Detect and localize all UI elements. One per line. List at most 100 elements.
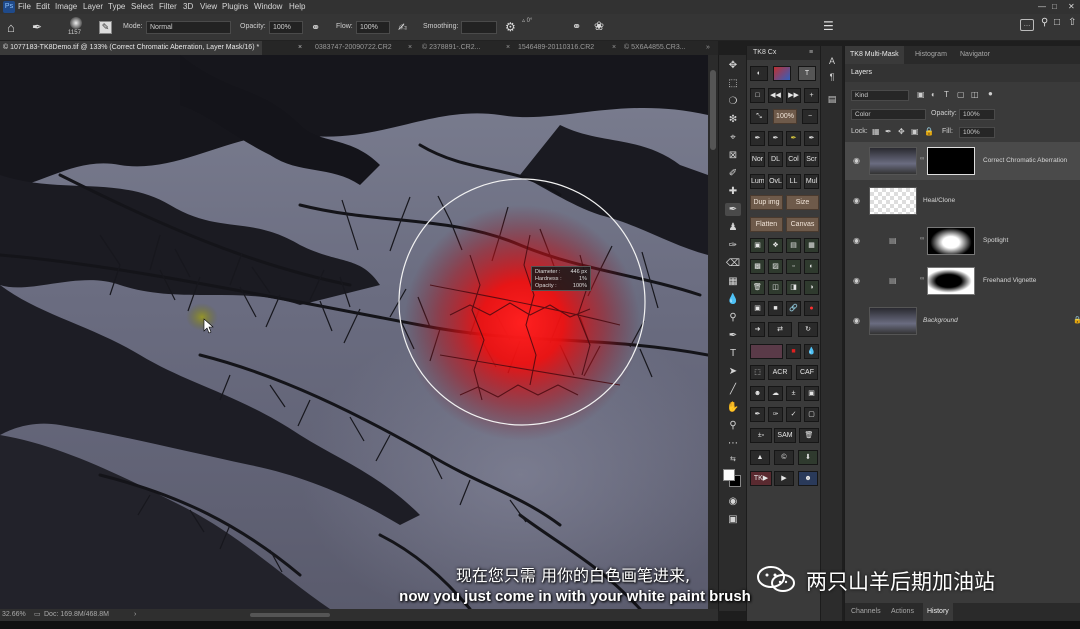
filter-adjustment-icon[interactable]: ◐: [931, 90, 936, 99]
layer-row[interactable]: ◉ Heal/Clone: [845, 182, 1080, 220]
pie-icon-button[interactable]: ◑: [804, 280, 819, 295]
select-frame-button[interactable]: ⬚: [750, 365, 765, 380]
lasso-tool-icon[interactable]: ❍: [725, 95, 741, 108]
restore-button[interactable]: □: [1052, 0, 1057, 14]
mask-link-icon[interactable]: ∞: [920, 156, 924, 162]
foreground-color-swatch[interactable]: [723, 469, 735, 481]
eye-icon[interactable]: ◉: [853, 156, 860, 165]
minimize-button[interactable]: —: [1038, 0, 1046, 14]
menu-select[interactable]: Select: [131, 0, 153, 14]
pressure-size-icon[interactable]: ⚭: [572, 20, 581, 33]
lock-transparent-icon[interactable]: ▦: [872, 127, 880, 136]
fit-screen-button[interactable]: ⤡: [750, 109, 768, 124]
blend-luminosity-button[interactable]: Lum: [750, 174, 765, 189]
drop-icon-button[interactable]: 💧: [804, 344, 819, 359]
clone-stamp-tool-icon[interactable]: ♟: [725, 221, 741, 234]
plus-minus-button[interactable]: ±: [786, 386, 801, 401]
tab-document[interactable]: © 2378891-.CR2...: [422, 41, 480, 55]
marquee-tool-icon[interactable]: ⬚: [725, 77, 741, 90]
next-button[interactable]: ▶▶: [786, 88, 801, 103]
close-window-button[interactable]: ✕: [1068, 0, 1075, 14]
sam-button[interactable]: SAM: [774, 428, 796, 443]
tab-history[interactable]: History: [923, 603, 953, 621]
red-square-button[interactable]: ■: [786, 344, 801, 359]
red-dot-button[interactable]: ●: [804, 301, 819, 316]
status-arrow-icon[interactable]: ›: [134, 609, 136, 621]
menu-plugins[interactable]: Plugins: [222, 0, 248, 14]
size-button[interactable]: Size: [786, 195, 819, 210]
eraser-tool-icon[interactable]: ⌫: [725, 257, 741, 270]
more-tabs-icon[interactable]: »: [706, 41, 710, 55]
wand3-icon-button[interactable]: ✓: [786, 407, 801, 422]
layer-row[interactable]: ◉ Background 🔒: [845, 302, 1080, 340]
menu-image[interactable]: Image: [55, 0, 77, 14]
link-icon-button[interactable]: 🔗: [786, 301, 801, 316]
dup-img-button[interactable]: Dup img: [750, 195, 783, 210]
tab-document-active[interactable]: © 1077183-TK8Demo.tif @ 133% (Correct Ch…: [0, 41, 263, 55]
tab-channels[interactable]: Channels: [851, 603, 881, 621]
paragraph-icon[interactable]: ¶: [826, 72, 838, 84]
acr-button[interactable]: ACR: [768, 365, 792, 380]
play-icon-button[interactable]: ▶: [774, 471, 794, 486]
lock-position-icon[interactable]: ✥: [898, 127, 905, 136]
brush-black-button[interactable]: ✒: [750, 131, 765, 146]
opacity-field[interactable]: 100%: [269, 21, 303, 34]
workspace-icon[interactable]: □: [1054, 17, 1060, 28]
eyedropper-tool-icon[interactable]: ✐: [725, 167, 741, 180]
wand2-icon-button[interactable]: ✑: [768, 407, 783, 422]
layer-row[interactable]: ◉ ▤ ∞ Freehand Vignette: [845, 262, 1080, 300]
text-a-icon[interactable]: A: [826, 56, 838, 68]
stack-icon-button[interactable]: ▤: [786, 238, 801, 253]
menu-layer[interactable]: Layer: [83, 0, 103, 14]
mask-link-icon[interactable]: ∞: [920, 236, 924, 242]
tab-navigator[interactable]: Navigator: [960, 46, 990, 64]
quick-mask-icon[interactable]: ◉: [725, 495, 741, 508]
frame-icon-button[interactable]: ▣: [750, 301, 765, 316]
tk8-color-button[interactable]: [773, 66, 791, 81]
black-square-button[interactable]: ■: [768, 301, 783, 316]
menu-file[interactable]: File: [18, 0, 31, 14]
filter-shape-icon[interactable]: ▢: [957, 90, 965, 99]
tab-actions[interactable]: Actions: [891, 603, 914, 621]
wand4-icon-button[interactable]: ▢: [804, 407, 819, 422]
doc-info-icon[interactable]: ▭: [34, 609, 41, 621]
brush-preview-icon[interactable]: [70, 17, 82, 29]
share-icon[interactable]: ⇧: [1068, 17, 1076, 28]
menu-view[interactable]: View: [200, 0, 217, 14]
eye-icon[interactable]: ◉: [853, 276, 860, 285]
line-tool-icon[interactable]: ╱: [725, 383, 741, 396]
swap-colors-icon[interactable]: ⇆: [730, 455, 736, 463]
blend-overlay-button[interactable]: OvL: [768, 174, 783, 189]
filter-smart-icon[interactable]: ◫: [971, 90, 979, 99]
blur-tool-icon[interactable]: 💧: [725, 293, 741, 306]
layer-opacity-field[interactable]: 100%: [959, 109, 995, 120]
cloud-icon-button[interactable]: ☁: [768, 386, 783, 401]
new-doc-button[interactable]: □: [750, 88, 765, 103]
caf-button[interactable]: CAF: [796, 365, 818, 380]
person-icon-button[interactable]: ☻: [750, 386, 765, 401]
delete-icon-button[interactable]: 🗑: [799, 428, 819, 443]
airbrush-icon[interactable]: ✍: [398, 21, 407, 34]
brush-tool-preset-icon[interactable]: ✒: [32, 20, 42, 34]
flatten-button[interactable]: Flatten: [750, 217, 783, 232]
users-icon-button[interactable]: ☻: [798, 471, 818, 486]
brush-white-button[interactable]: ✒: [768, 131, 783, 146]
brush-alt-button[interactable]: ✒: [804, 131, 819, 146]
tab-close-icon[interactable]: ×: [506, 41, 510, 55]
gradient-tool-icon[interactable]: ▦: [725, 275, 741, 288]
flow-field[interactable]: 100%: [356, 21, 390, 34]
menu-window[interactable]: Window: [254, 0, 282, 14]
menu-filter[interactable]: Filter: [159, 0, 177, 14]
panel-menu-icon[interactable]: ≡: [809, 46, 813, 60]
menu-edit[interactable]: Edit: [36, 0, 50, 14]
layer-row[interactable]: ◉ ▤ ∞ Spotlight: [845, 222, 1080, 260]
copyright-icon-button[interactable]: ©: [774, 450, 794, 465]
add-button[interactable]: +: [804, 88, 819, 103]
canvas-button[interactable]: Canvas: [786, 217, 819, 232]
layers-icon-button[interactable]: ◫: [768, 280, 783, 295]
menu-3d[interactable]: 3D: [183, 0, 193, 14]
blend-multiply-button[interactable]: Mul: [804, 174, 819, 189]
group-icon-button[interactable]: ▩: [750, 259, 765, 274]
fill-field[interactable]: 100%: [959, 127, 995, 138]
more-tools-icon[interactable]: ⋯: [725, 437, 741, 450]
